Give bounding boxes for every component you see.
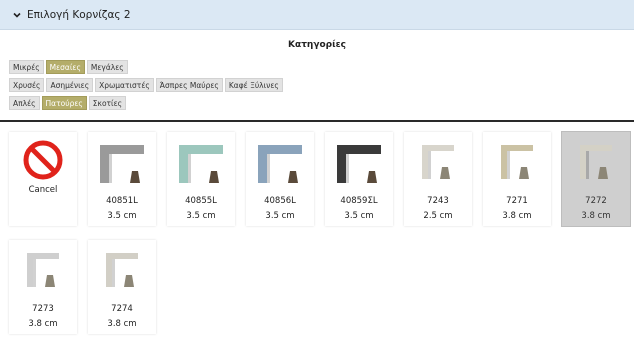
frame-code: 7273 (32, 304, 54, 314)
frame-code: 40851L (106, 196, 138, 206)
frame-tile[interactable]: 7274 3.8 cm (88, 240, 156, 334)
frame-thumb-wrap (246, 132, 314, 194)
category-button[interactable]: Σκοτίες (88, 96, 127, 110)
frame-thumbnail (27, 253, 59, 287)
frame-tile[interactable]: 7272 3.8 cm (562, 132, 630, 226)
frame-tile[interactable]: 40855L 3.5 cm (167, 132, 235, 226)
section-title: Επιλογή Κορνίζας 2 (27, 8, 131, 21)
frame-code: 7274 (111, 304, 133, 314)
frame-size: 3.8 cm (28, 319, 58, 329)
frame-size: 3.8 cm (502, 211, 532, 221)
category-button[interactable]: Άσπρες Μαύρες (155, 78, 223, 92)
frame-tile[interactable]: 7273 3.8 cm (9, 240, 77, 334)
frame-thumbnail (580, 145, 612, 179)
category-button[interactable]: Πατούρες (41, 96, 87, 110)
category-button[interactable]: Απλές (9, 96, 40, 110)
frame-thumb-wrap (88, 132, 156, 194)
frame-thumb-wrap (562, 132, 630, 194)
frame-thumbnail (100, 145, 144, 183)
category-row: Απλές Πατούρες Σκοτίες (9, 96, 127, 110)
frame-size: 3.5 cm (107, 211, 137, 221)
frame-thumbnail (337, 145, 381, 183)
frame-thumbnail (258, 145, 302, 183)
frame-size: 3.5 cm (344, 211, 374, 221)
frame-size: 2.5 cm (423, 211, 453, 221)
frame-thumb-wrap (404, 132, 472, 194)
frame-thumb-wrap (9, 240, 77, 302)
frame-thumbnail (422, 145, 454, 179)
frame-size: 3.5 cm (186, 211, 216, 221)
frame-tile[interactable]: 40859ΣL 3.5 cm (325, 132, 393, 226)
frame-size: 3.8 cm (107, 319, 137, 329)
category-row: Μικρές Μεσαίες Μεγάλες (9, 60, 128, 74)
frame-tile[interactable]: 40851L 3.5 cm (88, 132, 156, 226)
frame-code: 40855L (185, 196, 217, 206)
category-row: Χρυσές Ασημένιες Χρωματιστές Άσπρες Μαύρες Κ… (9, 78, 283, 92)
cancel-label: Cancel (28, 185, 58, 195)
frame-code: 40856L (264, 196, 296, 206)
frame-code: 7271 (506, 196, 528, 206)
cancel-icon (23, 140, 63, 180)
chevron-down-icon (13, 12, 21, 18)
frame-thumb-wrap (167, 132, 235, 194)
frame-tile[interactable]: 40856L 3.5 cm (246, 132, 314, 226)
section-header[interactable]: Επιλογή Κορνίζας 2 (0, 0, 634, 30)
frame-code: 40859ΣL (340, 196, 378, 206)
category-button[interactable]: Μεγάλες (86, 60, 128, 74)
category-button[interactable]: Μικρές (9, 60, 44, 74)
frame-size: 3.8 cm (581, 211, 611, 221)
frame-thumbnail (501, 145, 533, 179)
divider (0, 120, 634, 122)
frame-thumbnail (106, 253, 138, 287)
category-button[interactable]: Καφέ Ξύλινες (224, 78, 283, 92)
frame-thumb-wrap (88, 240, 156, 302)
frame-size: 3.5 cm (265, 211, 295, 221)
frame-tile[interactable]: 7243 2.5 cm (404, 132, 472, 226)
frame-thumbnail (179, 145, 223, 183)
cancel-tile[interactable]: Cancel (9, 132, 77, 226)
frame-code: 7243 (427, 196, 449, 206)
frame-code: 7272 (585, 196, 607, 206)
cancel-icon-wrap (9, 132, 77, 182)
frame-thumb-wrap (483, 132, 551, 194)
frame-thumb-wrap (325, 132, 393, 194)
category-button[interactable]: Χρωματιστές (95, 78, 154, 92)
frame-tile[interactable]: 7271 3.8 cm (483, 132, 551, 226)
categories-title: Κατηγορίες (288, 40, 346, 50)
category-button[interactable]: Μεσαίες (45, 60, 85, 74)
category-button[interactable]: Ασημένιες (46, 78, 94, 92)
category-button[interactable]: Χρυσές (9, 78, 45, 92)
